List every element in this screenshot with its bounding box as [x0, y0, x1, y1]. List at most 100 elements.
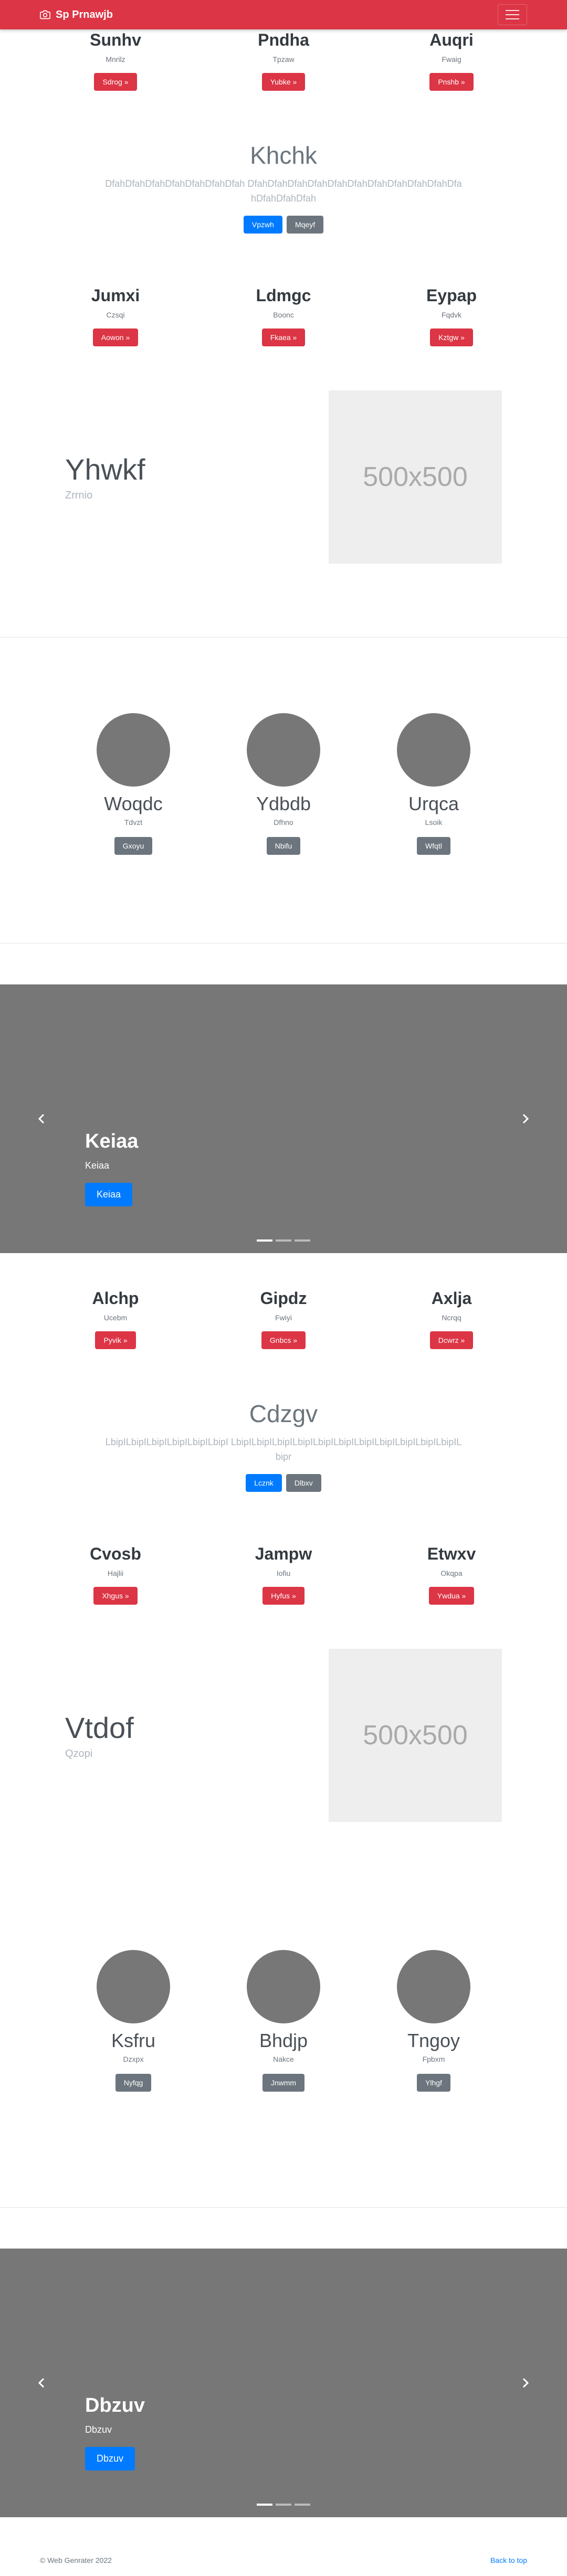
column-title: Sunhv — [90, 30, 141, 49]
column-title: Etwxv — [427, 1544, 476, 1563]
avatar-placeholder — [397, 713, 470, 787]
carousel-indicators — [0, 1239, 567, 1242]
brand-label: Sp Prnawjb — [56, 8, 113, 20]
column-text: Fwaig — [442, 55, 461, 63]
carousel-button[interactable]: Keiaa — [85, 1182, 133, 1206]
column-button[interactable]: Sdrog » — [94, 73, 137, 91]
column-button[interactable]: Pyvik » — [95, 1331, 136, 1349]
jumbotron-title: Khchk — [250, 142, 317, 169]
navbar: Sp Prnawjb — [0, 0, 567, 29]
chevron-left-icon[interactable] — [37, 1114, 47, 1124]
navbar-toggler-button[interactable] — [498, 4, 527, 25]
marketing-columns-4: Cvosb Hajlii Xhgus » Jampw Iofiu Hyfus »… — [0, 1492, 567, 1605]
column-button[interactable]: Aowon » — [92, 328, 139, 346]
carousel-title: Keiaa — [85, 1130, 139, 1152]
column-text: Ucebm — [103, 1313, 128, 1322]
circle-column: Tngoy Fpbxm Ylhgf — [359, 1949, 509, 2092]
column: Gipdz Fwiyi Gnbcs » — [200, 1289, 368, 1349]
carousel-indicator[interactable] — [257, 2503, 272, 2506]
circle-title: Tngoy — [407, 2029, 460, 2051]
avatar-placeholder — [247, 713, 320, 787]
carousel-indicator[interactable] — [276, 1239, 291, 1242]
circle-column: Woqdc Tdvzt Gxoyu — [58, 713, 208, 855]
circle-text: Lsoik — [425, 818, 443, 826]
column-title: Jumxi — [91, 285, 140, 305]
column: Jumxi Czsqi Aowon » — [32, 286, 200, 346]
circle-title: Ksfru — [111, 2029, 156, 2051]
column-text: Tpzaw — [272, 55, 295, 63]
navbar-brand[interactable]: Sp Prnawjb — [40, 9, 113, 21]
carousel-button[interactable]: Dbzuv — [85, 2446, 135, 2471]
column-title: Axlja — [431, 1288, 472, 1308]
hamburger-icon-line — [506, 10, 519, 11]
circle-button[interactable]: Jnwmm — [262, 2073, 305, 2092]
primary-button[interactable]: Lcznk — [246, 1473, 282, 1492]
camera-icon — [40, 10, 50, 19]
carousel-text: Keiaa — [85, 1160, 110, 1171]
circle-column: Bhdjp Nakce Jnwmm — [208, 1949, 359, 2092]
column-button[interactable]: Hyfus » — [262, 1586, 304, 1605]
circle-button[interactable]: Ylhgf — [417, 2073, 450, 2092]
featurette-heading: Vtdof — [65, 1711, 134, 1744]
column-title: Gipdz — [260, 1288, 307, 1308]
chevron-right-icon[interactable] — [520, 2378, 530, 2388]
footer: © Web Genrater 2022 Back to top — [0, 2545, 567, 2576]
column-text: Ncrqq — [442, 1313, 461, 1322]
chevron-right-icon[interactable] — [520, 1114, 530, 1124]
column-title: Eypap — [426, 285, 477, 305]
hamburger-icon-line — [506, 14, 519, 15]
circle-button[interactable]: Wfqtl — [417, 836, 450, 855]
column-button[interactable]: Pnshb » — [429, 73, 474, 91]
featurette-2: Vtdof Qzopi 500x500 — [0, 1605, 567, 1916]
marketing-columns-2: Jumxi Czsqi Aowon » Ldmgc Boonc Fkaea » … — [0, 234, 567, 346]
column: Ldmgc Boonc Fkaea » — [200, 286, 368, 346]
circle-button[interactable]: Gxoyu — [114, 836, 153, 855]
column-text: Boonc — [273, 310, 294, 319]
circle-button[interactable]: Nyfqg — [115, 2073, 152, 2092]
carousel-indicator[interactable] — [276, 2503, 291, 2506]
divider — [0, 2207, 567, 2208]
column-title: Alchp — [92, 1288, 139, 1308]
circle-button[interactable]: Nbifu — [266, 836, 301, 855]
carousel-caption: Dbzuv Dbzuv Dbzuv — [85, 2394, 145, 2471]
marketing-columns-3: Alchp Ucebm Pyvik » Gipdz Fwiyi Gnbcs » … — [0, 1253, 567, 1349]
circle-title: Woqdc — [104, 792, 163, 814]
carousel-caption: Keiaa Keiaa Keiaa — [85, 1130, 138, 1206]
avatar-placeholder — [397, 1949, 470, 2023]
column-text: Hajlii — [107, 1568, 124, 1577]
secondary-button[interactable]: Mqeyf — [286, 215, 324, 234]
column-button[interactable]: Yubke » — [261, 73, 306, 91]
circle-column: Ksfru Dzxpx Nyfqg — [58, 1949, 208, 2092]
column-button[interactable]: Ywdua » — [428, 1586, 475, 1605]
carousel-indicator[interactable] — [295, 1239, 310, 1242]
circle-column: Urqca Lsoik Wfqtl — [359, 713, 509, 855]
column-text: Mnrilz — [106, 55, 125, 63]
carousel-indicator[interactable] — [257, 1239, 272, 1242]
column-button[interactable]: Fkaea » — [261, 328, 306, 346]
column-button[interactable]: Dcwrz » — [429, 1331, 474, 1349]
carousel-indicator[interactable] — [295, 2503, 310, 2506]
column-button[interactable]: Xhgus » — [93, 1586, 138, 1605]
column-button[interactable]: Gnbcs » — [261, 1331, 306, 1349]
jumbotron-title: Cdzgv — [249, 1400, 318, 1427]
column-text: Fqdvk — [441, 310, 462, 319]
hamburger-icon-line — [506, 18, 519, 19]
chevron-left-icon[interactable] — [37, 2378, 47, 2388]
circle-text: Tdvzt — [124, 818, 143, 826]
image-placeholder: 500x500 — [329, 390, 502, 564]
column-button[interactable]: Kztgw » — [430, 328, 473, 346]
divider — [0, 942, 567, 944]
carousel-1: Keiaa Keiaa Keiaa — [0, 984, 567, 1253]
carousel-text: Dbzuv — [85, 2424, 112, 2435]
column-text: Fwiyi — [275, 1313, 292, 1322]
column: Pndha Tpzaw Yubke » — [200, 30, 368, 91]
circle-text: Fpbxm — [422, 2054, 445, 2063]
avatar-placeholder — [247, 1949, 320, 2023]
avatar-placeholder — [97, 1949, 170, 2023]
back-to-top-link[interactable]: Back to top — [490, 2556, 527, 2564]
featurette-subheading: Zrrnio — [65, 489, 93, 501]
secondary-button[interactable]: Dlbxv — [286, 1473, 321, 1492]
circle-text: Dfhno — [274, 818, 293, 826]
image-placeholder: 500x500 — [329, 1648, 502, 1822]
primary-button[interactable]: Vpzwh — [243, 215, 282, 234]
